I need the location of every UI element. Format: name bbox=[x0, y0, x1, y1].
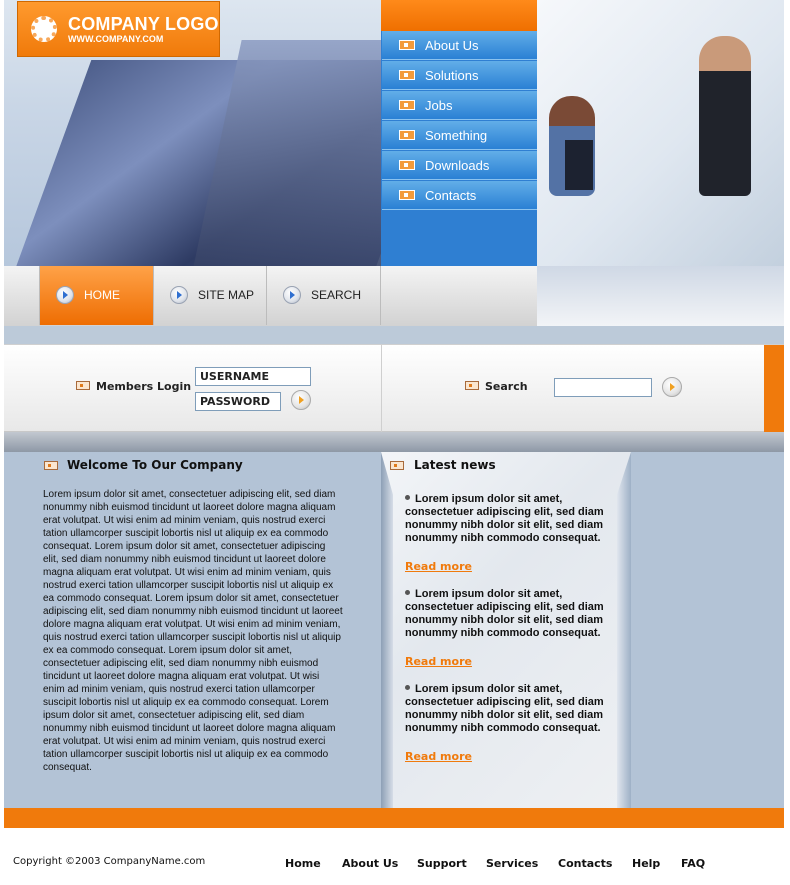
divider-strip bbox=[4, 326, 784, 344]
nav-item-label: Contacts bbox=[425, 188, 477, 203]
nav-item-solutions[interactable]: Solutions bbox=[382, 61, 537, 90]
read-more-link[interactable]: Read more bbox=[405, 655, 472, 668]
man-figure bbox=[699, 36, 751, 196]
latest-news-title: Latest news bbox=[414, 458, 496, 472]
footer-link-help[interactable]: Help bbox=[632, 857, 660, 870]
logo-title: COMPANY LOGO bbox=[68, 14, 219, 34]
nav-item-jobs[interactable]: Jobs bbox=[382, 91, 537, 120]
login-search-bar: Members Login USERNAME PASSWORD Search bbox=[4, 344, 784, 433]
arrow-box-icon bbox=[399, 130, 415, 140]
nav-item-label: Something bbox=[425, 128, 488, 143]
tab-home[interactable]: HOME bbox=[40, 266, 154, 325]
arrow-bullet-icon bbox=[170, 286, 188, 304]
side-nav-top-bar bbox=[381, 0, 537, 31]
gear-icon bbox=[31, 16, 57, 42]
username-field[interactable]: USERNAME bbox=[195, 367, 311, 386]
arrow-box-icon bbox=[399, 70, 415, 80]
arrow-box-icon bbox=[399, 160, 415, 170]
tab-label: SITE MAP bbox=[198, 288, 255, 302]
tab-site-map[interactable]: SITE MAP bbox=[154, 266, 267, 325]
search-icon bbox=[465, 381, 479, 390]
nav-item-downloads[interactable]: Downloads bbox=[382, 151, 537, 180]
search-label: Search bbox=[485, 380, 528, 393]
arrow-bullet-icon bbox=[56, 286, 74, 304]
footer-link-home[interactable]: Home bbox=[285, 857, 321, 870]
footer-link-services[interactable]: Services bbox=[486, 857, 538, 870]
copyright-text: Copyright ©2003 CompanyName.com bbox=[13, 856, 206, 867]
page: COMPANY LOGO WWW.COMPANY.COM About Us So… bbox=[0, 0, 790, 885]
right-panel bbox=[631, 452, 784, 808]
news-item: Lorem ipsum dolor sit amet, consectetuer… bbox=[405, 493, 625, 545]
divider-strip bbox=[4, 432, 784, 452]
side-nav: About Us Solutions Jobs Something Downlo… bbox=[381, 0, 537, 266]
footer-link-about-us[interactable]: About Us bbox=[342, 857, 398, 870]
monitor-shape bbox=[565, 140, 593, 190]
bullet-icon bbox=[405, 685, 410, 690]
arrow-box-icon bbox=[399, 100, 415, 110]
tab-spacer bbox=[4, 266, 40, 325]
login-icon bbox=[76, 381, 90, 390]
nav-item-label: Downloads bbox=[425, 158, 490, 173]
tab-search[interactable]: SEARCH bbox=[267, 266, 381, 325]
password-field[interactable]: PASSWORD bbox=[195, 392, 281, 411]
search-submit-button[interactable] bbox=[662, 377, 682, 397]
search-input[interactable] bbox=[554, 378, 652, 397]
read-more-link[interactable]: Read more bbox=[405, 750, 472, 763]
company-logo[interactable]: COMPANY LOGO WWW.COMPANY.COM bbox=[17, 1, 220, 57]
footer-bar bbox=[4, 808, 784, 828]
arrow-box-icon bbox=[390, 461, 404, 470]
bullet-icon bbox=[405, 495, 410, 500]
login-submit-button[interactable] bbox=[291, 390, 311, 410]
arrow-box-icon bbox=[399, 190, 415, 200]
nav-item-something[interactable]: Something bbox=[382, 121, 537, 150]
nav-item-label: Solutions bbox=[425, 68, 479, 83]
nav-item-label: Jobs bbox=[425, 98, 453, 113]
footer-link-contacts[interactable]: Contacts bbox=[558, 857, 612, 870]
arrow-box-icon bbox=[44, 461, 58, 470]
arrow-bullet-icon bbox=[283, 286, 301, 304]
footer-link-faq[interactable]: FAQ bbox=[681, 857, 705, 870]
news-item: Lorem ipsum dolor sit amet, consectetuer… bbox=[405, 588, 625, 640]
footer-link-support[interactable]: Support bbox=[417, 857, 467, 870]
read-more-link[interactable]: Read more bbox=[405, 560, 472, 573]
news-text: Lorem ipsum dolor sit amet, consectetuer… bbox=[405, 588, 604, 639]
photo-reflection bbox=[537, 266, 784, 326]
news-text: Lorem ipsum dolor sit amet, consectetuer… bbox=[405, 683, 604, 734]
tab-label: HOME bbox=[84, 288, 120, 302]
office-photo bbox=[537, 0, 784, 266]
nav-item-label: About Us bbox=[425, 38, 479, 53]
arrow-box-icon bbox=[399, 40, 415, 50]
accent-bar bbox=[764, 345, 784, 433]
logo-url: WWW.COMPANY.COM bbox=[68, 34, 164, 44]
bevel bbox=[381, 452, 393, 808]
tab-label: SEARCH bbox=[311, 288, 362, 302]
nav-item-about-us[interactable]: About Us bbox=[382, 31, 537, 60]
members-login-label: Members Login bbox=[96, 380, 192, 393]
news-text: Lorem ipsum dolor sit amet, consectetuer… bbox=[405, 493, 604, 544]
welcome-title: Welcome To Our Company bbox=[67, 458, 243, 472]
welcome-body-text: Lorem ipsum dolor sit amet, consectetuer… bbox=[43, 489, 343, 773]
divider bbox=[381, 345, 382, 433]
bullet-icon bbox=[405, 590, 410, 595]
nav-item-contacts[interactable]: Contacts bbox=[382, 181, 537, 210]
news-item: Lorem ipsum dolor sit amet, consectetuer… bbox=[405, 683, 625, 735]
